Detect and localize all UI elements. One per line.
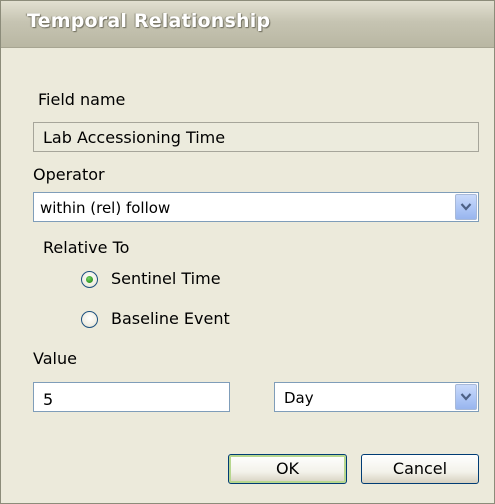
title-bar[interactable]: Temporal Relationship [1, 1, 494, 48]
radio-dot [86, 276, 93, 283]
operator-label: Operator [33, 165, 105, 184]
operator-select[interactable]: within (rel) follow [33, 192, 479, 222]
radio-sentinel-time-label[interactable]: Sentinel Time [111, 269, 221, 288]
cancel-button[interactable]: Cancel [361, 454, 479, 484]
operator-dropdown-button[interactable] [455, 194, 477, 220]
unit-dropdown-button[interactable] [455, 384, 477, 410]
chevron-down-icon [460, 203, 472, 211]
value-input[interactable] [33, 382, 230, 412]
chevron-down-icon [460, 393, 472, 401]
ok-button[interactable]: OK [228, 454, 347, 484]
unit-selected-value: Day [284, 389, 314, 407]
operator-selected-value: within (rel) follow [40, 199, 171, 217]
value-label: Value [33, 349, 77, 368]
radio-baseline-event-label[interactable]: Baseline Event [111, 309, 230, 328]
field-name-value: Lab Accessioning Time [33, 122, 479, 152]
radio-unselected-icon[interactable] [81, 311, 98, 328]
unit-select[interactable]: Day [274, 382, 479, 412]
field-name-label: Field name [38, 90, 126, 109]
radio-selected-icon[interactable] [81, 271, 98, 288]
relative-to-label: Relative To [43, 238, 130, 257]
temporal-relationship-dialog: Temporal Relationship Field name Lab Acc… [0, 0, 495, 504]
dialog-title: Temporal Relationship [27, 10, 271, 32]
